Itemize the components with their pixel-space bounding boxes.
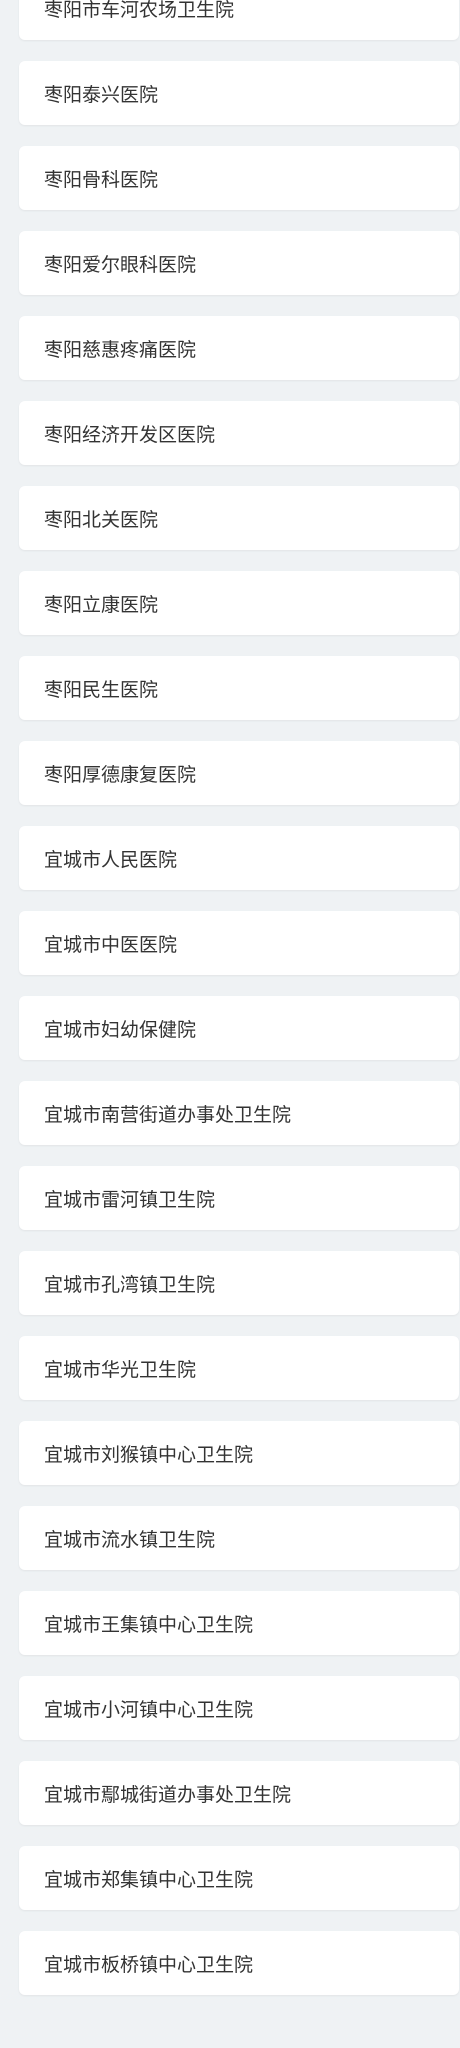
hospital-list-item[interactable]: 宜城市鄢城街道办事处卫生院 xyxy=(19,1761,459,1825)
hospital-list-item[interactable]: 枣阳北关医院 xyxy=(19,486,459,550)
hospital-list-item[interactable]: 枣阳市车河农场卫生院 xyxy=(19,0,459,40)
hospital-name: 枣阳经济开发区医院 xyxy=(44,423,216,446)
hospital-list-item[interactable]: 宜城市人民医院 xyxy=(19,826,459,890)
hospital-name: 枣阳慈惠疼痛医院 xyxy=(44,338,197,361)
hospital-list-item[interactable]: 枣阳爱尔眼科医院 xyxy=(19,231,459,295)
hospital-name: 枣阳骨科医院 xyxy=(44,168,159,191)
hospital-name: 宜城市刘猴镇中心卫生院 xyxy=(44,1443,254,1466)
hospital-name: 枣阳民生医院 xyxy=(44,678,159,701)
hospital-list-item[interactable]: 宜城市妇幼保健院 xyxy=(19,996,459,1060)
hospital-list-item[interactable]: 枣阳骨科医院 xyxy=(19,146,459,210)
hospital-list-item[interactable]: 宜城市板桥镇中心卫生院 xyxy=(19,1931,459,1995)
hospital-name: 宜城市流水镇卫生院 xyxy=(44,1528,216,1551)
hospital-name: 宜城市雷河镇卫生院 xyxy=(44,1188,216,1211)
hospital-name: 宜城市鄢城街道办事处卫生院 xyxy=(44,1783,292,1806)
hospital-list-item[interactable]: 枣阳立康医院 xyxy=(19,571,459,635)
hospital-list-item[interactable]: 宜城市孔湾镇卫生院 xyxy=(19,1251,459,1315)
hospital-list-item[interactable]: 宜城市流水镇卫生院 xyxy=(19,1506,459,1570)
hospital-list-item[interactable]: 宜城市中医医院 xyxy=(19,911,459,975)
hospital-name: 宜城市板桥镇中心卫生院 xyxy=(44,1953,254,1976)
hospital-list-item[interactable]: 枣阳泰兴医院 xyxy=(19,61,459,125)
hospital-name: 宜城市小河镇中心卫生院 xyxy=(44,1698,254,1721)
hospital-list-item[interactable]: 宜城市南营街道办事处卫生院 xyxy=(19,1081,459,1145)
hospital-name: 枣阳市车河农场卫生院 xyxy=(44,0,235,21)
hospital-name: 枣阳立康医院 xyxy=(44,593,159,616)
hospital-name: 枣阳泰兴医院 xyxy=(44,83,159,106)
hospital-list-item[interactable]: 宜城市小河镇中心卫生院 xyxy=(19,1676,459,1740)
hospital-name: 枣阳爱尔眼科医院 xyxy=(44,253,197,276)
hospital-name: 宜城市妇幼保健院 xyxy=(44,1018,197,1041)
hospital-list-item[interactable]: 枣阳民生医院 xyxy=(19,656,459,720)
hospital-name: 宜城市郑集镇中心卫生院 xyxy=(44,1868,254,1891)
hospital-list-item[interactable]: 枣阳经济开发区医院 xyxy=(19,401,459,465)
hospital-name: 宜城市中医医院 xyxy=(44,933,178,956)
hospital-list-item[interactable]: 宜城市雷河镇卫生院 xyxy=(19,1166,459,1230)
hospital-list-item[interactable]: 枣阳慈惠疼痛医院 xyxy=(19,316,459,380)
hospital-name: 宜城市华光卫生院 xyxy=(44,1358,197,1381)
hospital-name: 宜城市孔湾镇卫生院 xyxy=(44,1273,216,1296)
hospital-name: 枣阳北关医院 xyxy=(44,508,159,531)
hospital-list-item[interactable]: 宜城市郑集镇中心卫生院 xyxy=(19,1846,459,1910)
hospital-name: 宜城市南营街道办事处卫生院 xyxy=(44,1103,292,1126)
hospital-list-item[interactable]: 枣阳厚德康复医院 xyxy=(19,741,459,805)
hospital-name: 宜城市王集镇中心卫生院 xyxy=(44,1613,254,1636)
hospital-list-item[interactable]: 宜城市王集镇中心卫生院 xyxy=(19,1591,459,1655)
hospital-list-item[interactable]: 宜城市华光卫生院 xyxy=(19,1336,459,1400)
hospital-name: 宜城市人民医院 xyxy=(44,848,178,871)
hospital-name: 枣阳厚德康复医院 xyxy=(44,763,197,786)
hospital-list-item[interactable]: 宜城市刘猴镇中心卫生院 xyxy=(19,1421,459,1485)
